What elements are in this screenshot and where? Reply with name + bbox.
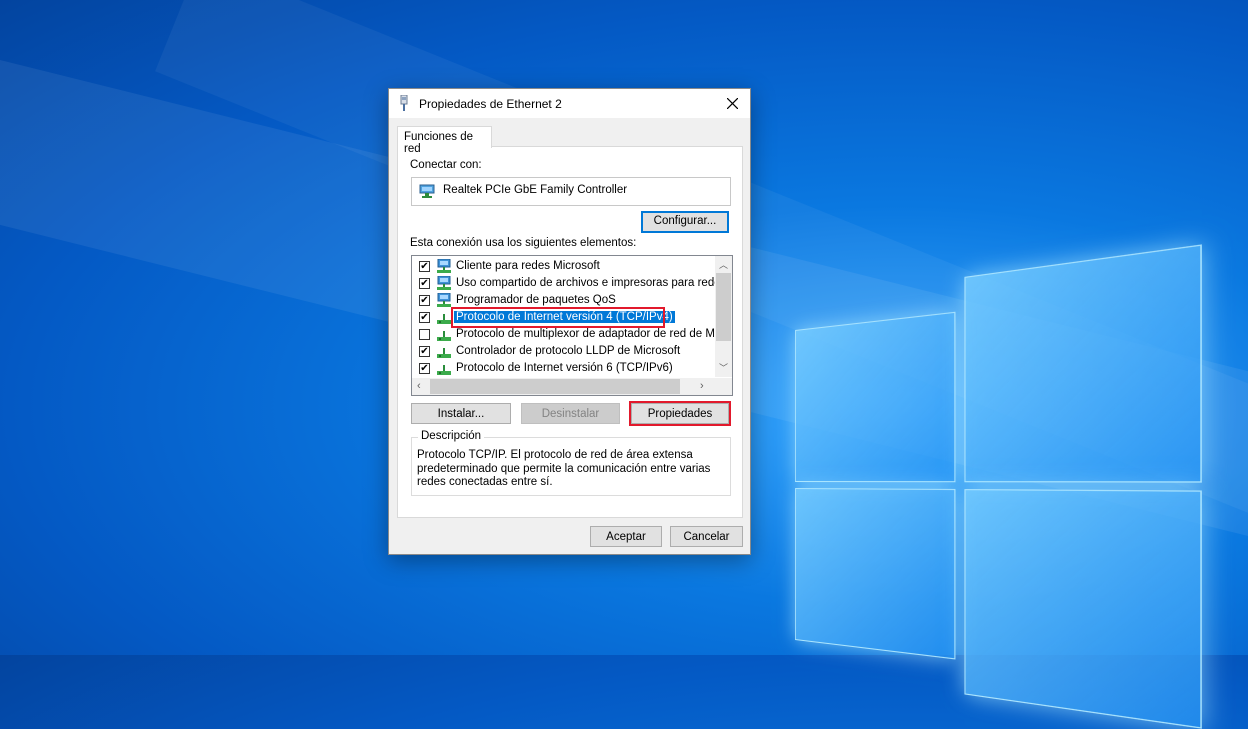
uninstall-button[interactable]: Desinstalar (521, 403, 620, 424)
network-client-icon (437, 259, 451, 273)
item-checkbox[interactable] (419, 329, 430, 340)
item-label: Protocolo de multiplexor de adaptador de… (456, 328, 733, 340)
tab-label: Funciones de red (404, 131, 474, 155)
cancel-button[interactable]: Cancelar (670, 526, 743, 547)
protocol-icon (437, 331, 451, 341)
list-item[interactable]: ✔ Cliente para redes Microsoft (412, 258, 712, 275)
configure-button[interactable]: Configurar... (641, 211, 729, 233)
item-label: Protocolo de Internet versión 6 (TCP/IPv… (456, 362, 673, 374)
item-checkbox[interactable]: ✔ (419, 278, 430, 289)
item-checkbox[interactable]: ✔ (419, 363, 430, 374)
ok-button[interactable]: Aceptar (590, 526, 662, 547)
scroll-left-icon[interactable]: ‹ (417, 380, 421, 392)
elements-label: Esta conexión usa los siguientes element… (410, 237, 637, 249)
highlight-box (451, 307, 665, 328)
list-item[interactable]: ✔ Uso compartido de archivos e impresoras… (412, 275, 732, 292)
dialog-title: Propiedades de Ethernet 2 (419, 97, 562, 111)
description-text: Protocolo TCP/IP. El protocolo de red de… (417, 449, 711, 488)
list-item[interactable]: ✔ Protocolo de Internet versión 4 (TCP/IP… (412, 307, 712, 328)
highlight-box (629, 401, 731, 426)
tab-networking[interactable]: Funciones de red (397, 126, 492, 155)
network-client-icon (437, 293, 451, 307)
network-client-icon (437, 276, 451, 290)
windows-logo (795, 244, 1202, 729)
description-title: Descripción (418, 430, 485, 442)
network-adapter-icon (419, 184, 435, 198)
item-checkbox[interactable]: ✔ (419, 295, 430, 306)
horizontal-scrollbar[interactable]: ‹ › (412, 378, 732, 395)
connect-label: Conectar con: (410, 159, 482, 171)
components-list[interactable]: ✔ Cliente para redes Microsoft ✔ Uso compar… (411, 255, 733, 396)
item-checkbox[interactable]: ✔ (419, 261, 430, 272)
item-checkbox[interactable]: ✔ (419, 346, 430, 357)
scroll-thumb[interactable] (716, 273, 731, 341)
scroll-down-icon[interactable]: ﹀ (719, 361, 728, 374)
description-group: Protocolo TCP/IP. El protocolo de red de… (411, 437, 731, 496)
close-icon (726, 98, 738, 109)
scroll-thumb[interactable] (430, 379, 680, 394)
tab-panel: Conectar con: Realtek PCIe GbE Family Co… (397, 146, 743, 518)
item-checkbox[interactable]: ✔ (419, 312, 430, 323)
scroll-up-icon[interactable]: ︿ (719, 258, 728, 271)
item-label: Controlador de protocolo LLDP de Microso… (456, 345, 681, 357)
protocol-icon (437, 348, 451, 358)
close-button[interactable] (714, 89, 750, 118)
item-label: Programador de paquetes QoS (456, 294, 616, 306)
protocol-icon (437, 365, 451, 375)
adapter-field: Realtek PCIe GbE Family Controller (411, 177, 731, 206)
adapter-name: Realtek PCIe GbE Family Controller (443, 184, 628, 196)
list-item[interactable]: ✔ Controlador de protocolo LLDP de Micros… (412, 343, 712, 360)
list-item[interactable]: Protocolo de multiplexor de adaptador de… (412, 326, 732, 343)
item-label: Uso compartido de archivos e impresoras … (456, 277, 733, 289)
ethernet-properties-dialog: Propiedades de Ethernet 2 Funciones de r… (388, 88, 751, 555)
vertical-scrollbar[interactable]: ︿ ﹀ (715, 256, 732, 377)
scroll-right-icon[interactable]: › (700, 380, 704, 392)
item-label: Cliente para redes Microsoft (456, 260, 600, 272)
ethernet-icon (400, 95, 408, 111)
title-bar: Propiedades de Ethernet 2 (389, 89, 750, 118)
install-button[interactable]: Instalar... (411, 403, 511, 424)
list-item[interactable]: ✔ Protocolo de Internet versión 6 (TCP/IP… (412, 360, 712, 377)
